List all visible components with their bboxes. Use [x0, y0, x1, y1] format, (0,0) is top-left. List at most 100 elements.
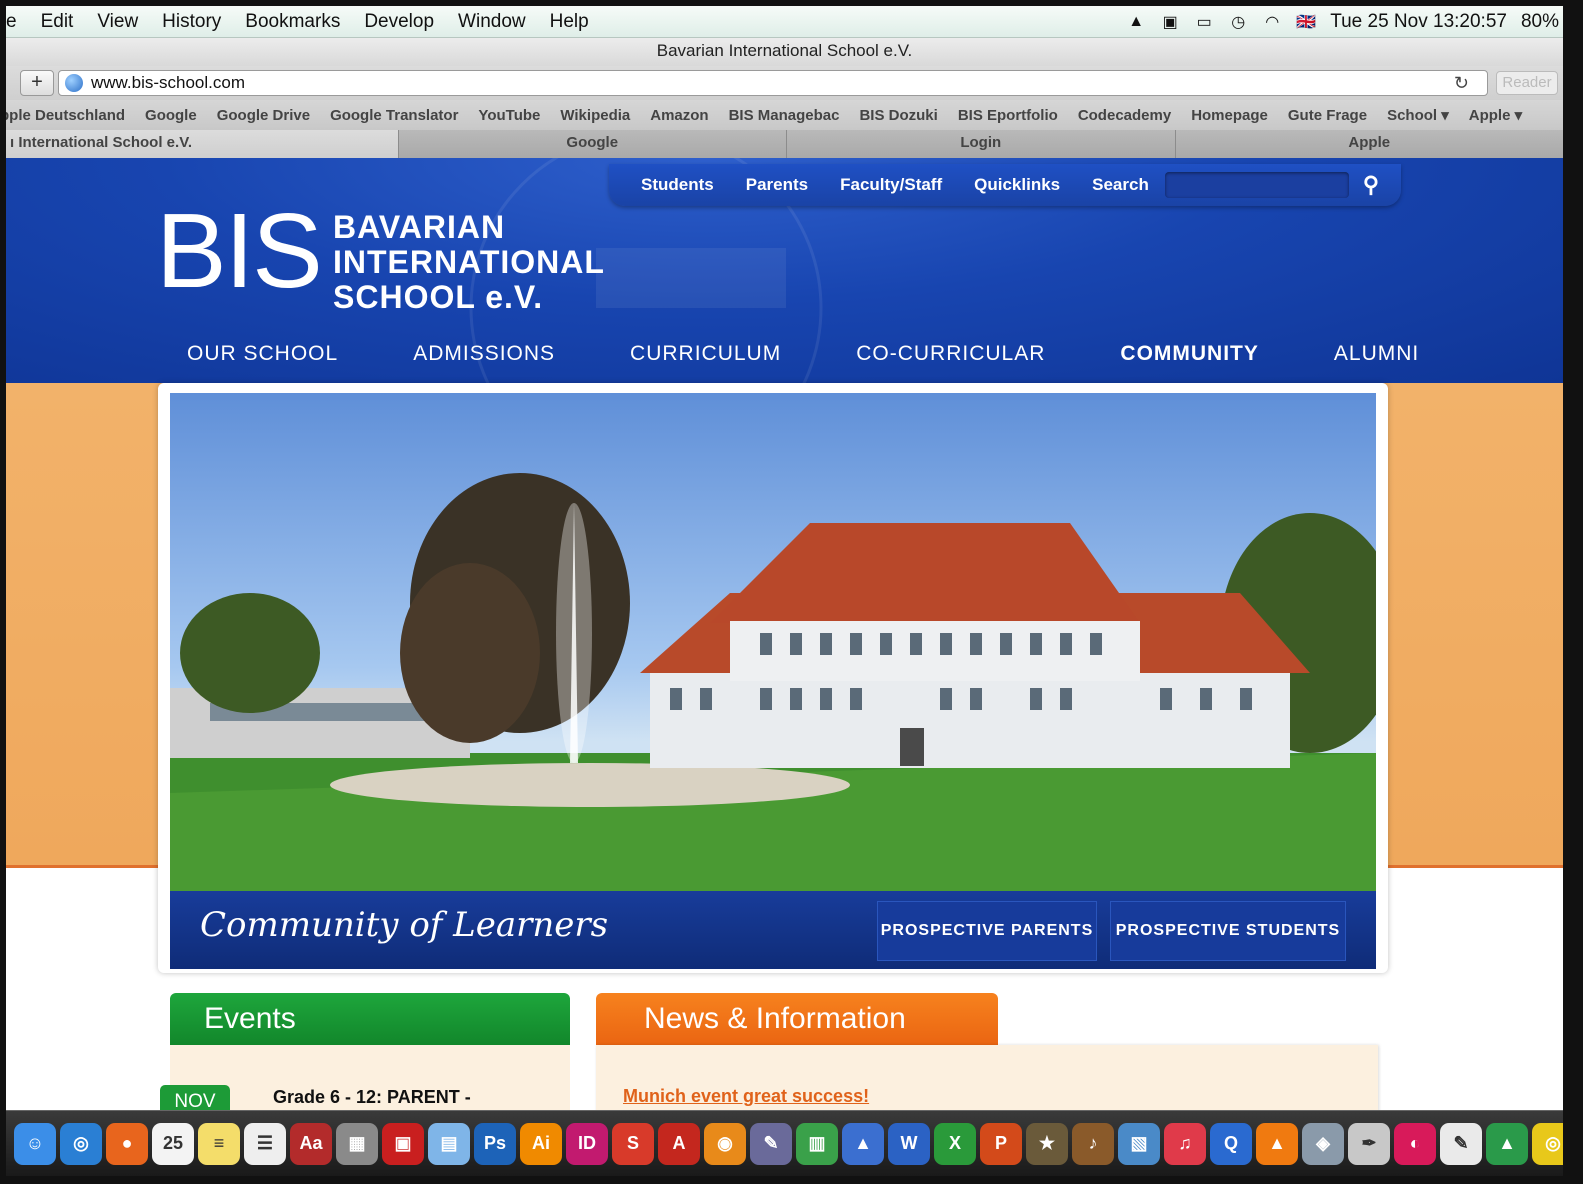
bookmark-codecademy[interactable]: Codecademy	[1078, 107, 1171, 124]
sketchup-icon[interactable]: S	[612, 1122, 654, 1165]
word-icon[interactable]: W	[888, 1122, 930, 1165]
bookmark-google-drive[interactable]: Google Drive	[217, 107, 310, 124]
itunes-icon[interactable]: ♫	[1164, 1122, 1206, 1165]
input-flag-icon[interactable]: 🇬🇧	[1296, 12, 1316, 32]
bookmark-amazon[interactable]: Amazon	[650, 107, 708, 124]
bookmark-apple-deutschland[interactable]: pple Deutschland	[6, 107, 125, 124]
bookmark-folder-apple[interactable]: Apple ▾	[1469, 106, 1522, 124]
firefox-icon[interactable]: ●	[106, 1122, 148, 1165]
web-page: Students Parents Faculty/Staff Quicklink…	[6, 158, 1563, 1116]
menu-bookmarks[interactable]: Bookmarks	[245, 11, 340, 33]
quicktime-icon[interactable]: Q	[1210, 1122, 1252, 1165]
bookmark-google-translator[interactable]: Google Translator	[330, 107, 458, 124]
bookmark-bis-dozuki[interactable]: BIS Dozuki	[859, 107, 937, 124]
presentation-status-icon[interactable]: ▣	[1160, 12, 1180, 32]
tab-apple[interactable]: Apple	[1174, 130, 1563, 158]
menu-history[interactable]: History	[162, 11, 221, 33]
tab-bis[interactable]: ı International School e.V.	[6, 130, 398, 158]
search-icon[interactable]: ⚲	[1363, 172, 1379, 198]
bookmark-wikipedia[interactable]: Wikipedia	[560, 107, 630, 124]
bookmark-google[interactable]: Google	[145, 107, 197, 124]
url-text: www.bis-school.com	[91, 73, 245, 92]
time-machine-icon[interactable]: ◷	[1228, 12, 1248, 32]
menu-develop[interactable]: Develop	[364, 11, 434, 33]
calendar-icon[interactable]: 25	[152, 1122, 194, 1165]
calculator-icon[interactable]: ▦	[336, 1122, 378, 1165]
menu-window[interactable]: Window	[458, 11, 526, 33]
imovie-icon[interactable]: ★	[1026, 1122, 1068, 1165]
menu-edit[interactable]: Edit	[41, 11, 74, 33]
prospective-parents-button[interactable]: PROSPECTIVE PARENTS	[877, 901, 1097, 961]
photoshop-icon[interactable]: Ps	[474, 1122, 516, 1165]
bookmark-homepage[interactable]: Homepage	[1191, 107, 1268, 124]
image-capture-icon[interactable]: ◈	[1302, 1122, 1344, 1165]
google-drive-icon[interactable]: ▲	[1486, 1122, 1528, 1165]
reminders-icon[interactable]: ☰	[244, 1122, 286, 1165]
globe-icon	[65, 74, 83, 92]
bookmark-gute-frage[interactable]: Gute Frage	[1288, 107, 1367, 124]
iphoto-icon[interactable]: ▧	[1118, 1122, 1160, 1165]
bookmark-bis-eportfolio[interactable]: BIS Eportfolio	[958, 107, 1058, 124]
blender-icon[interactable]: ◉	[704, 1122, 746, 1165]
excel-icon[interactable]: X	[934, 1122, 976, 1165]
menu-clock[interactable]: Tue 25 Nov 13:20:57	[1330, 11, 1507, 33]
nav-admissions[interactable]: ADMISSIONS	[413, 342, 555, 366]
util-parents[interactable]: Parents	[746, 175, 808, 195]
menu-help[interactable]: Help	[550, 11, 589, 33]
google-drive-status-icon[interactable]: ▲	[1126, 12, 1146, 32]
menu-view[interactable]: View	[97, 11, 138, 33]
logo-wordmark[interactable]: BAVARIAN INTERNATIONAL SCHOOL e.V.	[333, 210, 605, 315]
keynote-icon[interactable]: ▲	[842, 1122, 884, 1165]
logo-line-1: BAVARIAN	[333, 209, 506, 245]
logo-bis[interactable]: BIS	[156, 198, 323, 304]
address-field[interactable]: www.bis-school.com ↻	[58, 70, 1488, 96]
nav-community[interactable]: COMMUNITY	[1120, 342, 1259, 366]
new-tab-button[interactable]: +	[20, 70, 54, 96]
illustrator-icon[interactable]: Ai	[520, 1122, 562, 1165]
reader-button[interactable]: Reader	[1496, 71, 1558, 95]
news-link[interactable]: Munich event great success!	[623, 1086, 869, 1107]
reload-icon[interactable]: ↻	[1454, 71, 1469, 95]
logo-line-2: INTERNATIONAL	[333, 244, 605, 280]
prospective-students-button[interactable]: PROSPECTIVE STUDENTS	[1110, 901, 1346, 961]
finder-icon[interactable]: ☺	[14, 1122, 56, 1165]
vlc-icon[interactable]: ▲	[1256, 1122, 1298, 1165]
tab-google[interactable]: Google	[397, 130, 786, 158]
tab-bar: ı International School e.V. Google Login…	[6, 130, 1563, 158]
util-search-label: Search	[1092, 175, 1149, 194]
garageband-icon[interactable]: ♪	[1072, 1122, 1114, 1165]
airplay-icon[interactable]: ▭	[1194, 12, 1214, 32]
wifi-icon[interactable]: ◠	[1262, 12, 1282, 32]
nav-co-curricular[interactable]: CO-CURRICULAR	[856, 342, 1045, 366]
scripting-icon[interactable]: ✒	[1348, 1122, 1390, 1165]
powerpoint-icon[interactable]: P	[980, 1122, 1022, 1165]
nav-our-school[interactable]: OUR SCHOOL	[187, 342, 338, 366]
site-search-input[interactable]	[1164, 172, 1349, 198]
utility-nav: Students Parents Faculty/Staff Quicklink…	[609, 164, 1401, 206]
textedit-icon[interactable]: ✎	[1440, 1122, 1482, 1165]
util-quicklinks[interactable]: Quicklinks	[974, 175, 1060, 195]
indesign-icon[interactable]: ID	[566, 1122, 608, 1165]
safari-icon[interactable]: ◎	[60, 1122, 102, 1165]
hero-caption: Community of Learners	[200, 905, 609, 945]
bookmark-youtube[interactable]: YouTube	[478, 107, 540, 124]
acrobat-icon[interactable]: A	[658, 1122, 700, 1165]
menu-app[interactable]: e	[6, 11, 17, 33]
photo-booth-icon[interactable]: ▣	[382, 1122, 424, 1165]
screen: e Edit View History Bookmarks Develop Wi…	[6, 6, 1563, 1176]
pen-tool-icon[interactable]: ✎	[750, 1122, 792, 1165]
util-students[interactable]: Students	[641, 175, 714, 195]
notes-icon[interactable]: ≡	[198, 1122, 240, 1165]
bookmark-bis-managebac[interactable]: BIS Managebac	[729, 107, 840, 124]
dictionary-icon[interactable]: Aa	[290, 1122, 332, 1165]
bookmark-folder-school[interactable]: School ▾	[1387, 106, 1449, 124]
util-faculty-staff[interactable]: Faculty/Staff	[840, 175, 942, 195]
nav-curriculum[interactable]: CURRICULUM	[630, 342, 781, 366]
nav-alumni[interactable]: ALUMNI	[1334, 342, 1419, 366]
battery-percent[interactable]: 80%	[1521, 11, 1559, 33]
chrome-icon[interactable]: ◎	[1532, 1122, 1563, 1165]
tab-login[interactable]: Login	[786, 130, 1175, 158]
numbers-icon[interactable]: ▥	[796, 1122, 838, 1165]
lips-app-icon[interactable]: ◐	[1394, 1122, 1436, 1165]
preview-icon[interactable]: ▤	[428, 1122, 470, 1165]
